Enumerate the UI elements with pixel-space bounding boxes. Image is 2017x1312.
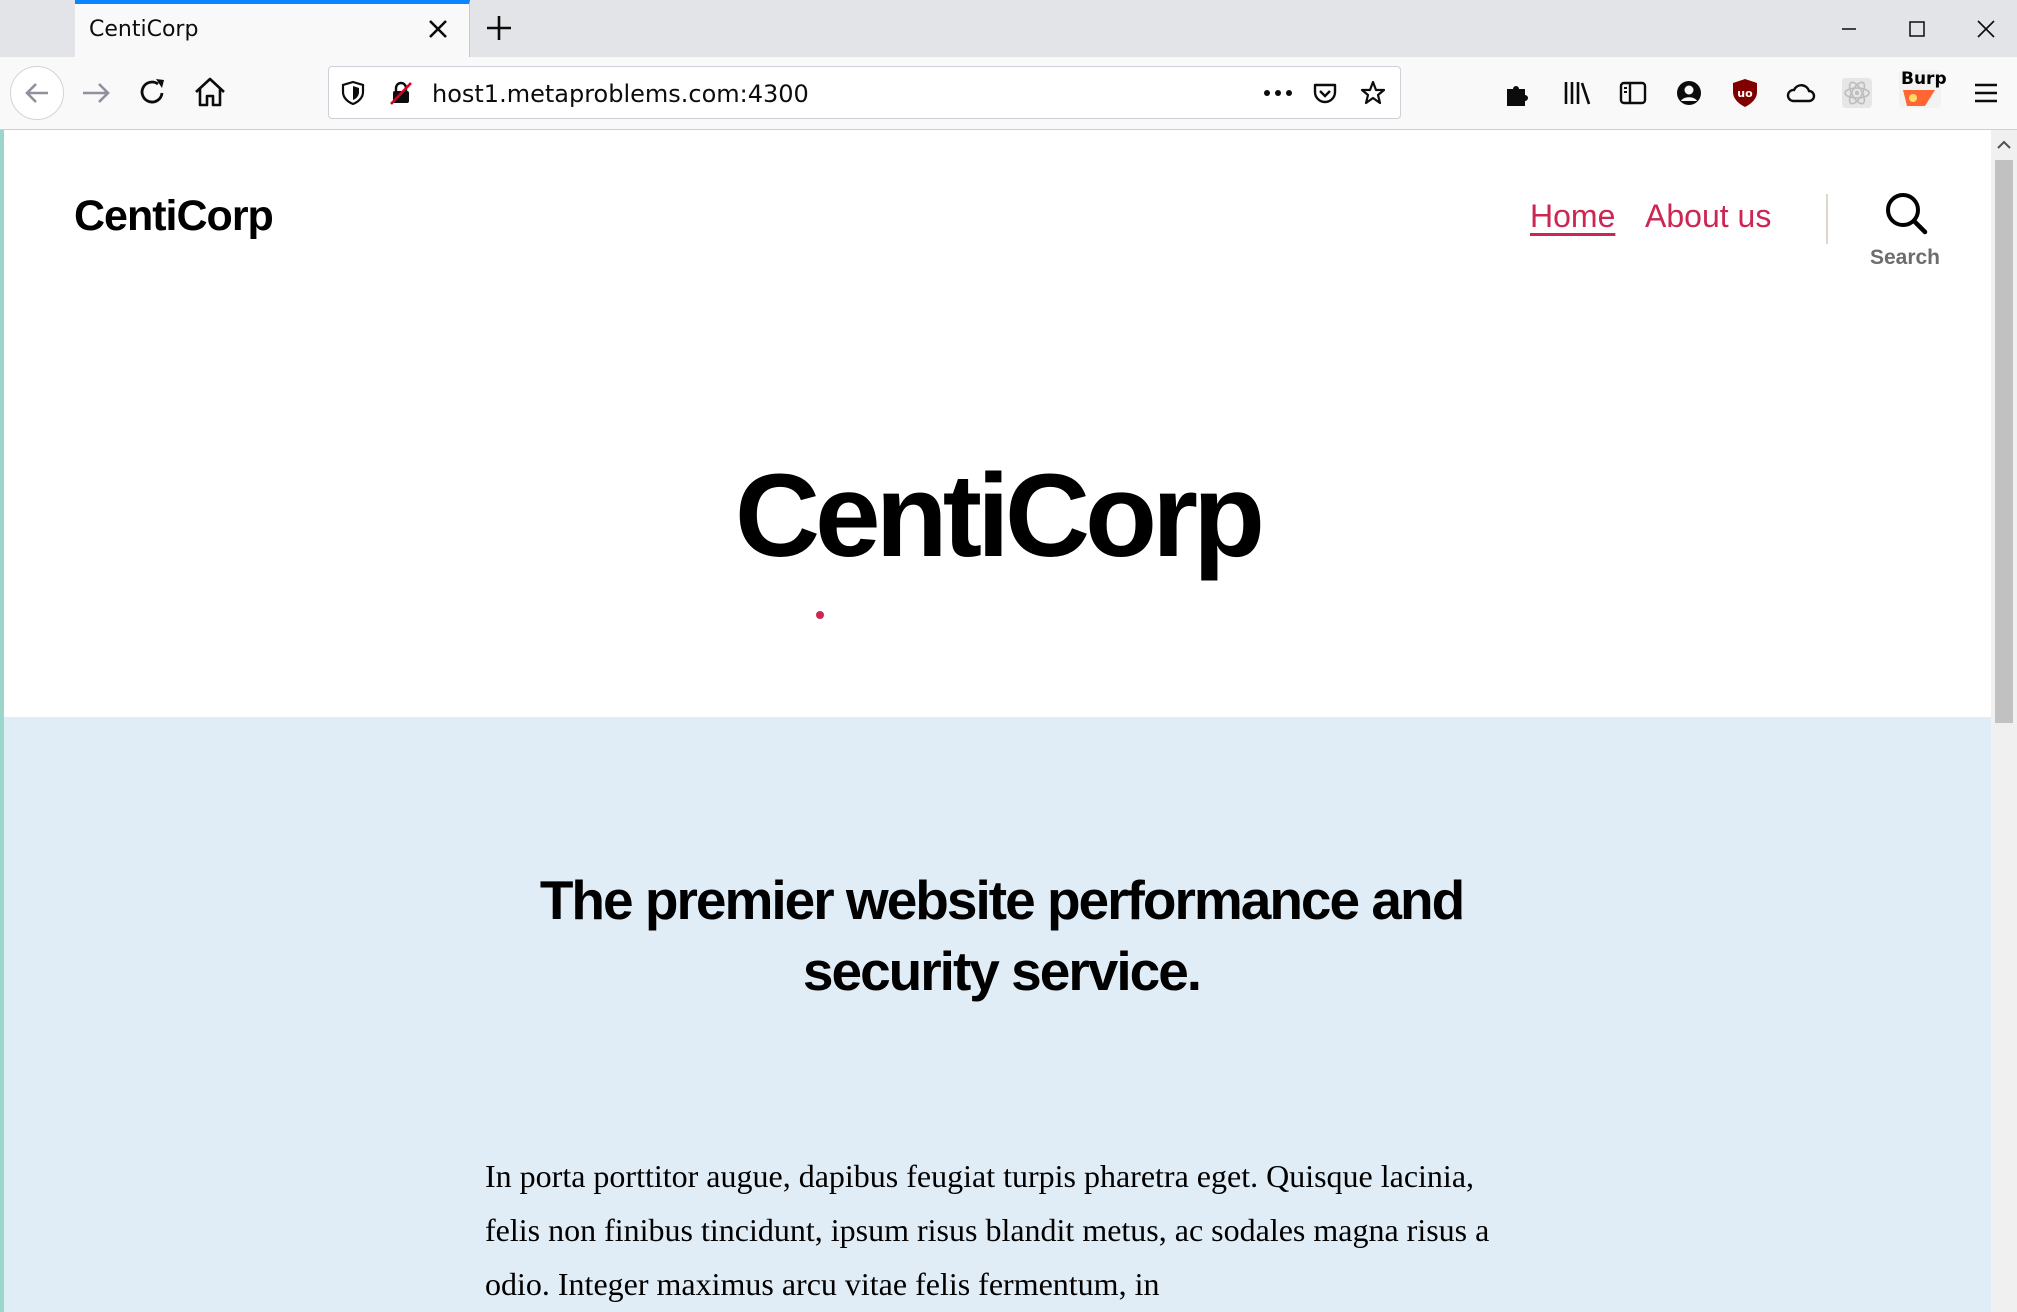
close-window-icon[interactable] xyxy=(1971,14,2001,44)
account-icon[interactable] xyxy=(1673,77,1705,109)
header-separator xyxy=(1826,194,1828,244)
back-button[interactable] xyxy=(10,66,64,120)
scroll-up-arrow-icon[interactable] xyxy=(1991,134,2017,156)
navigation-toolbar: host1.metaproblems.com:4300 uo Burp xyxy=(0,57,2017,130)
maximize-window-icon[interactable] xyxy=(1902,14,1932,44)
site-title-link[interactable]: CentiCorp xyxy=(74,192,274,241)
hero-title: CentiCorp xyxy=(734,450,1265,582)
search-toggle-button[interactable]: Search xyxy=(1857,190,1953,280)
hamburger-menu-icon[interactable] xyxy=(1970,77,2002,109)
sidebar-toggle-icon[interactable] xyxy=(1617,77,1649,109)
svg-text:uo: uo xyxy=(1737,87,1753,100)
search-icon xyxy=(1886,193,1928,235)
tab-title: CentiCorp xyxy=(89,17,199,42)
cloud-sync-icon[interactable] xyxy=(1785,77,1817,109)
body-paragraph: In porta porttitor augue, dapibus feugia… xyxy=(485,1158,1490,1302)
ublock-origin-icon[interactable]: uo xyxy=(1729,77,1761,109)
bookmark-star-icon[interactable] xyxy=(1359,79,1387,107)
new-tab-plus-icon[interactable] xyxy=(483,12,515,44)
scrollbar-thumb[interactable] xyxy=(1995,160,2013,723)
extensions-puzzle-icon[interactable] xyxy=(1502,77,1534,109)
address-bar[interactable]: host1.metaproblems.com:4300 xyxy=(328,66,1401,119)
search-label: Search xyxy=(1869,246,1941,269)
content-band: The premier website performance and secu… xyxy=(4,717,1991,1312)
library-icon[interactable] xyxy=(1561,77,1593,109)
minimize-window-icon[interactable] xyxy=(1834,14,1864,44)
nav-link-home[interactable]: Home xyxy=(1530,198,1615,235)
page-actions-menu-icon[interactable] xyxy=(1261,79,1295,107)
burp-label: Burp xyxy=(1901,69,1947,89)
forward-arrow-icon[interactable] xyxy=(75,71,119,115)
url-text[interactable]: host1.metaproblems.com:4300 xyxy=(432,80,809,108)
insecure-connection-lock-icon[interactable] xyxy=(387,79,415,107)
tracking-protection-shield-icon[interactable] xyxy=(339,79,367,107)
burp-proxy-extension-button[interactable]: Burp xyxy=(1897,68,1947,110)
reload-icon[interactable] xyxy=(131,71,175,115)
web-page: CentiCorp Home About us Search CentiCorp… xyxy=(4,130,1991,1312)
close-tab-icon[interactable] xyxy=(425,16,451,42)
pocket-icon[interactable] xyxy=(1311,79,1339,107)
nav-link-about-us[interactable]: About us xyxy=(1645,198,1771,235)
tagline-heading: The premier website performance and secu… xyxy=(539,869,1465,1002)
vertical-scrollbar[interactable] xyxy=(1991,130,2017,1312)
back-arrow-icon xyxy=(25,83,48,103)
react-devtools-icon[interactable] xyxy=(1841,77,1873,109)
home-icon[interactable] xyxy=(188,71,232,115)
decorative-dot xyxy=(816,611,824,619)
tab-strip: CentiCorp xyxy=(0,0,2017,57)
browser-tab-active[interactable]: CentiCorp xyxy=(75,0,470,57)
